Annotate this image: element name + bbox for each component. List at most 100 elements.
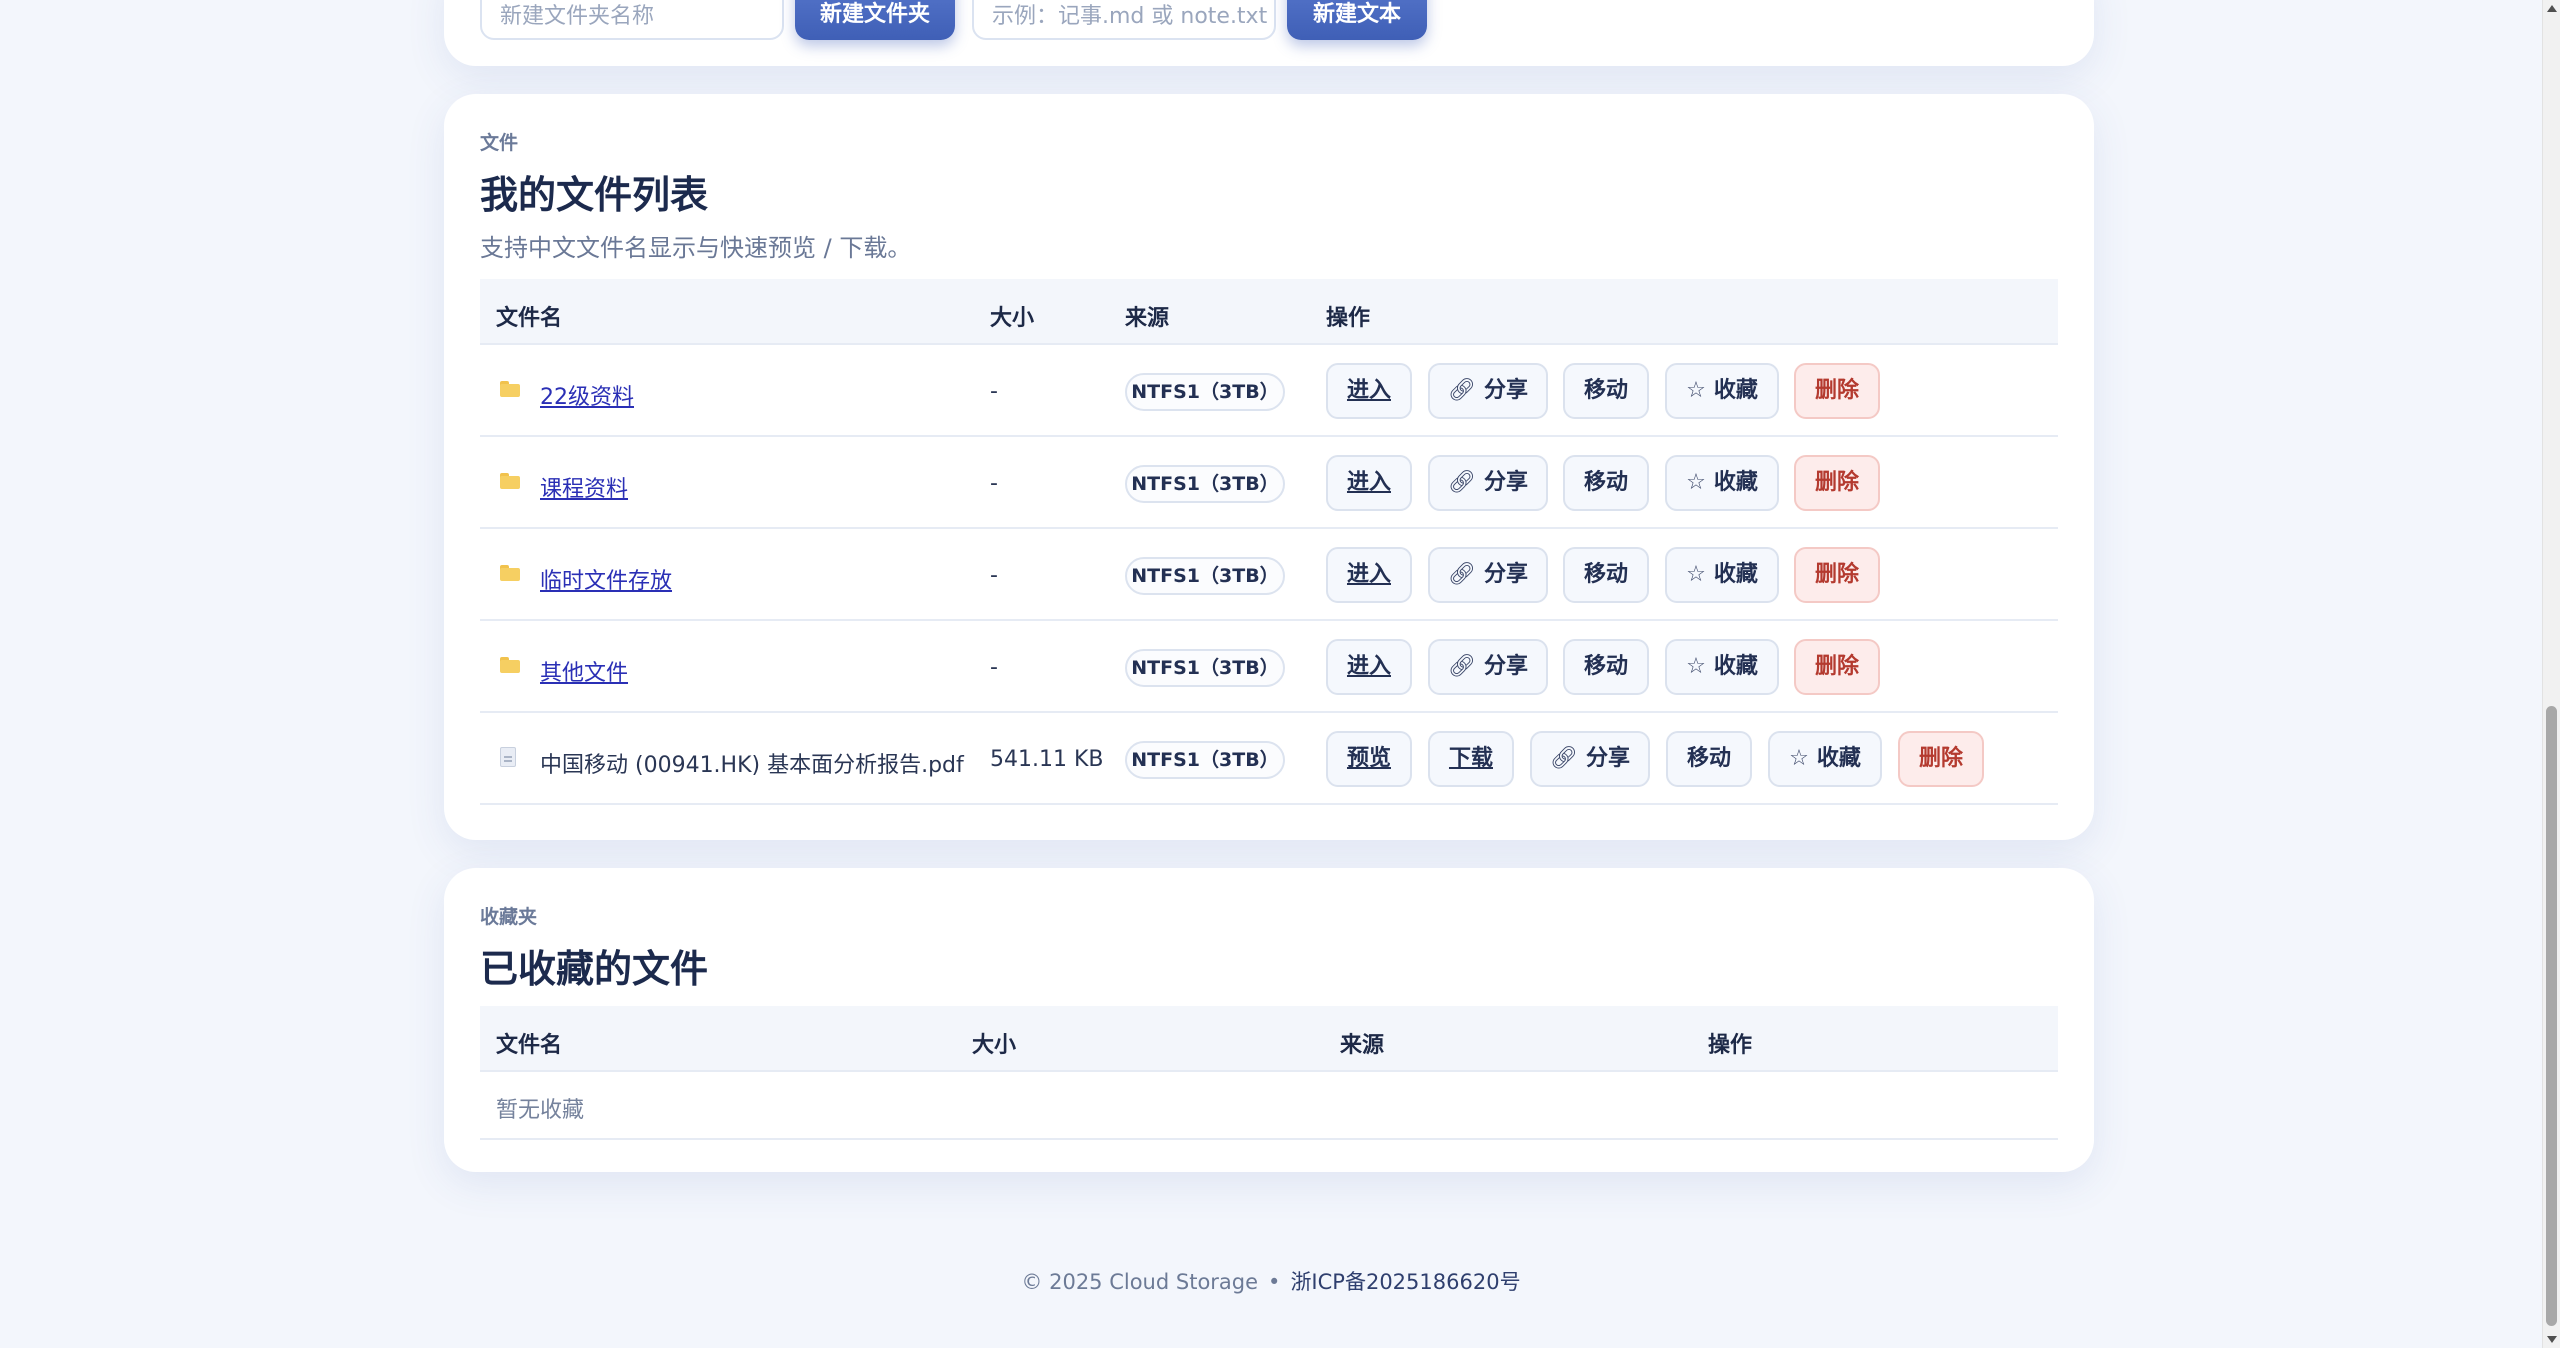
new-folder-button[interactable]: 新建文件夹	[795, 0, 955, 40]
files-eyebrow: 文件	[480, 132, 519, 154]
link-icon: 🔗︎	[1550, 746, 1578, 771]
enter-button[interactable]: 进入	[1326, 639, 1412, 695]
new-text-button[interactable]: 新建文本	[1287, 0, 1427, 40]
new-text-placeholder: 示例：记事.md 或 note.txt	[992, 4, 1268, 29]
new-folder-input[interactable]: 新建文件夹名称	[480, 0, 784, 40]
link-icon: 🔗︎	[1448, 378, 1476, 403]
share-label: 分享	[1483, 654, 1528, 679]
col-source: 来源	[1125, 306, 1170, 331]
delete-button[interactable]: 删除	[1794, 363, 1880, 419]
delete-button[interactable]: 删除	[1794, 639, 1880, 695]
favorite-button[interactable]: ☆ 收藏	[1768, 731, 1882, 787]
share-button[interactable]: 🔗︎ 分享	[1530, 731, 1650, 787]
source-badge: NTFS1（3TB）	[1125, 373, 1285, 411]
preview-button[interactable]: 预览	[1326, 731, 1412, 787]
footer: © 2025 Cloud Storage • 浙ICP备2025186620号	[0, 1266, 2542, 1296]
enter-button[interactable]: 进入	[1326, 363, 1412, 419]
favorite-label: 收藏	[1713, 562, 1758, 587]
favorite-button[interactable]: ☆ 收藏	[1665, 639, 1779, 695]
table-row: 临时文件存放 - NTFS1（3TB） 进入 🔗︎ 分享 移动 ☆ 收藏 删除	[480, 529, 2058, 621]
table-row: 22级资料 - NTFS1（3TB） 进入 🔗︎ 分享 移动 ☆ 收藏 删除	[480, 345, 2058, 437]
share-label: 分享	[1483, 378, 1528, 403]
favorite-button[interactable]: ☆ 收藏	[1665, 363, 1779, 419]
delete-button[interactable]: 删除	[1898, 731, 1984, 787]
enter-label: 进入	[1346, 562, 1391, 587]
col-size: 大小	[972, 1033, 1017, 1058]
move-button[interactable]: 移动	[1563, 547, 1649, 603]
folder-icon	[500, 657, 520, 673]
enter-button[interactable]: 进入	[1326, 547, 1412, 603]
enter-label: 进入	[1346, 654, 1391, 679]
source-badge: NTFS1（3TB）	[1125, 465, 1285, 503]
link-icon: 🔗︎	[1448, 470, 1476, 495]
enter-button[interactable]: 进入	[1326, 455, 1412, 511]
col-name: 文件名	[496, 1033, 563, 1058]
folder-icon	[500, 565, 520, 581]
star-icon: ☆	[1686, 378, 1706, 403]
file-name: 中国移动 (00941.HK) 基本面分析报告.pdf	[540, 753, 964, 778]
size-cell: -	[990, 655, 998, 680]
preview-label: 预览	[1346, 746, 1391, 771]
move-button[interactable]: 移动	[1563, 363, 1649, 419]
copyright: © 2025 Cloud Storage	[1021, 1270, 1259, 1294]
folder-link[interactable]: 临时文件存放	[540, 563, 672, 595]
move-button[interactable]: 移动	[1563, 639, 1649, 695]
favorite-button[interactable]: ☆ 收藏	[1665, 455, 1779, 511]
source-badge: NTFS1（3TB）	[1125, 649, 1285, 687]
empty-row: 暂无收藏	[480, 1072, 2058, 1140]
star-icon: ☆	[1789, 746, 1809, 771]
col-actions: 操作	[1326, 306, 1371, 331]
favorites-card: 收藏夹 已收藏的文件 文件名 大小 来源 操作 暂无收藏	[444, 868, 2094, 1172]
star-icon: ☆	[1686, 654, 1706, 679]
size-cell: -	[990, 379, 998, 404]
share-button[interactable]: 🔗︎ 分享	[1428, 363, 1548, 419]
folder-link[interactable]: 课程资料	[540, 471, 628, 503]
download-button[interactable]: 下载	[1428, 731, 1514, 787]
col-size: 大小	[990, 306, 1035, 331]
icp-link[interactable]: 浙ICP备2025186620号	[1290, 1270, 1520, 1294]
folder-icon	[500, 381, 520, 397]
favorite-button[interactable]: ☆ 收藏	[1665, 547, 1779, 603]
favorite-label: 收藏	[1713, 654, 1758, 679]
scroll-down-arrow-icon[interactable]	[2547, 1336, 2557, 1343]
scroll-up-arrow-icon[interactable]	[2547, 5, 2557, 12]
favorite-label: 收藏	[1713, 470, 1758, 495]
footer-separator: •	[1268, 1270, 1281, 1294]
favorite-label: 收藏	[1713, 378, 1758, 403]
col-name: 文件名	[496, 306, 563, 331]
favorites-eyebrow: 收藏夹	[480, 906, 538, 928]
delete-button[interactable]: 删除	[1794, 547, 1880, 603]
page: 新建文件夹名称 新建文件夹 示例：记事.md 或 note.txt 新建文本 文…	[0, 0, 2560, 1348]
source-badge: NTFS1（3TB）	[1125, 741, 1285, 779]
col-actions: 操作	[1708, 1033, 1753, 1058]
vertical-scrollbar[interactable]	[2542, 0, 2560, 1348]
share-label: 分享	[1585, 746, 1630, 771]
share-button[interactable]: 🔗︎ 分享	[1428, 455, 1548, 511]
link-icon: 🔗︎	[1448, 654, 1476, 679]
enter-label: 进入	[1346, 470, 1391, 495]
file-icon	[500, 747, 516, 767]
files-title: 我的文件列表	[480, 173, 709, 217]
delete-button[interactable]: 删除	[1794, 455, 1880, 511]
enter-label: 进入	[1346, 378, 1391, 403]
favorites-title: 已收藏的文件	[480, 947, 709, 991]
favorites-table-header: 文件名 大小 来源 操作	[480, 1006, 2058, 1072]
move-button[interactable]: 移动	[1666, 731, 1752, 787]
table-row: 其他文件 - NTFS1（3TB） 进入 🔗︎ 分享 移动 ☆ 收藏 删除	[480, 621, 2058, 713]
files-table: 文件名 大小 来源 操作 22级资料 - NTFS1（3TB） 进入 🔗︎ 分享 …	[480, 279, 2058, 809]
size-cell: -	[990, 471, 998, 496]
files-table-header: 文件名 大小 来源 操作	[480, 279, 2058, 345]
share-button[interactable]: 🔗︎ 分享	[1428, 547, 1548, 603]
folder-link[interactable]: 其他文件	[540, 655, 628, 687]
table-row: 课程资料 - NTFS1（3TB） 进入 🔗︎ 分享 移动 ☆ 收藏 删除	[480, 437, 2058, 529]
favorites-table: 文件名 大小 来源 操作 暂无收藏	[480, 1006, 2058, 1140]
source-badge: NTFS1（3TB）	[1125, 557, 1285, 595]
new-text-input[interactable]: 示例：记事.md 或 note.txt	[972, 0, 1276, 40]
folder-icon	[500, 473, 520, 489]
scrollbar-thumb[interactable]	[2546, 706, 2557, 1326]
folder-link[interactable]: 22级资料	[540, 379, 634, 411]
empty-text: 暂无收藏	[496, 1098, 585, 1123]
download-label: 下载	[1448, 746, 1493, 771]
share-button[interactable]: 🔗︎ 分享	[1428, 639, 1548, 695]
move-button[interactable]: 移动	[1563, 455, 1649, 511]
